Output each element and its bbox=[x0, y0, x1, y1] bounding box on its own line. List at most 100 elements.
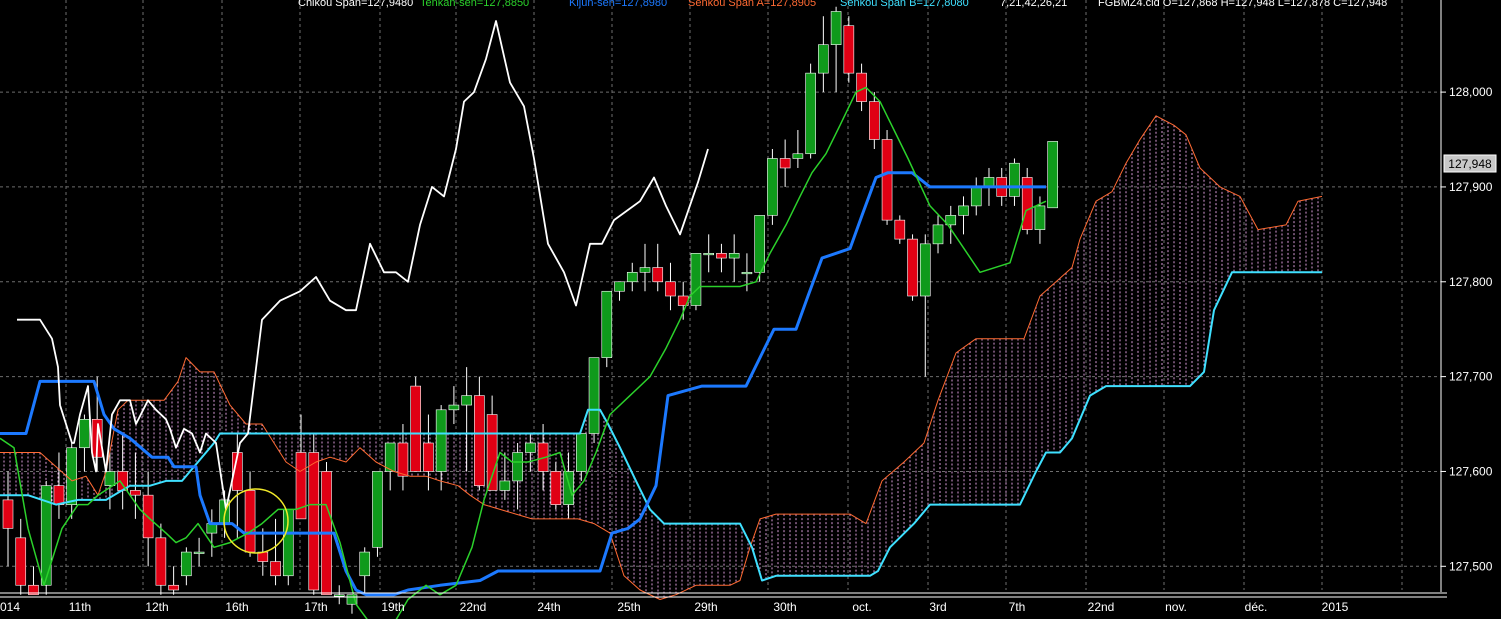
x-tick-label-4: 17th bbox=[304, 600, 327, 614]
candle-body bbox=[359, 551, 371, 577]
y-tick-label-4: 127,600 bbox=[1449, 464, 1493, 478]
candle-body bbox=[805, 72, 816, 155]
candle-body bbox=[575, 433, 587, 472]
candle-body bbox=[79, 418, 90, 449]
candle-body bbox=[155, 537, 167, 586]
header-ohlc: FGBMZ4.cld O=127,868 H=127,948 L=127,878… bbox=[1098, 0, 1387, 9]
candle-63 bbox=[805, 63, 816, 159]
candle-body bbox=[525, 442, 536, 453]
candle-body bbox=[372, 471, 383, 548]
candle-66 bbox=[843, 16, 855, 83]
x-tick-label-2: 12th bbox=[145, 600, 168, 614]
candle-body bbox=[499, 480, 511, 491]
candle-body bbox=[843, 25, 855, 74]
candle-body bbox=[690, 253, 702, 306]
candle-69 bbox=[881, 130, 893, 225]
candle-body bbox=[588, 357, 600, 434]
y-tick-label-5: 127,500 bbox=[1449, 559, 1493, 573]
x-tick-label-16: déc. bbox=[1245, 600, 1268, 614]
x-tick-label-17: 2015 bbox=[1322, 600, 1349, 614]
candle-body bbox=[932, 224, 944, 245]
candle-body bbox=[907, 238, 918, 297]
candle-46 bbox=[588, 357, 600, 443]
candle-body bbox=[474, 395, 485, 486]
last-price-label: 127,948 bbox=[1448, 157, 1492, 171]
ichimoku-chart[interactable]: 128,000 127,900 127,800 127,700 127,600 127,5… bbox=[0, 0, 1501, 619]
candle-body bbox=[779, 158, 791, 169]
candle-body bbox=[881, 139, 893, 221]
y-tick-label-2: 127,800 bbox=[1449, 275, 1493, 289]
candle-body bbox=[2, 499, 14, 529]
candle-body bbox=[66, 447, 77, 505]
candle-body bbox=[397, 442, 409, 477]
header-tenkan: Tenkan-sen=127,8850 bbox=[420, 0, 529, 9]
candle-25 bbox=[321, 461, 332, 596]
candle-body bbox=[15, 537, 27, 586]
x-tick-label-7: 24th bbox=[537, 600, 560, 614]
svg-text:Chikou Span=127,9480 Ten: Chikou Span=127,9480 Tenkan-sen=127,8850… bbox=[298, 0, 1387, 9]
candle-body bbox=[728, 253, 740, 259]
candle-body bbox=[270, 561, 281, 577]
candle-54 bbox=[690, 253, 702, 311]
x-tick-label-15: nov. bbox=[1165, 600, 1187, 614]
indicator-header: Chikou Span=127,9480 Tenkan-sen=127,8850… bbox=[298, 0, 1387, 9]
candle-71 bbox=[907, 234, 918, 301]
x-tick-label-12: 3rd bbox=[929, 600, 946, 614]
candle-body bbox=[665, 281, 676, 297]
candle-32 bbox=[410, 376, 421, 472]
candle-body bbox=[461, 395, 472, 406]
candle-80 bbox=[1021, 167, 1033, 235]
x-tick-label-14: 22nd bbox=[1088, 600, 1115, 614]
candle-body bbox=[818, 44, 829, 74]
candle-body bbox=[716, 253, 727, 259]
x-tick-label-6: 22nd bbox=[460, 600, 487, 614]
candle-body bbox=[181, 551, 192, 577]
x-tick-label-8: 25th bbox=[617, 600, 640, 614]
candle-body bbox=[1009, 162, 1020, 197]
candle-60 bbox=[767, 149, 778, 225]
header-senkou-a: Senkou Span A=127,8905 bbox=[688, 0, 816, 9]
candle-body bbox=[244, 490, 256, 553]
x-tick-label-9: 29th bbox=[694, 600, 717, 614]
x-tick-label-11: oct. bbox=[852, 600, 871, 614]
x-tick-label-10: 30th bbox=[773, 600, 796, 614]
x-tick-label-13: 7th bbox=[1009, 600, 1026, 614]
candle-body bbox=[601, 290, 613, 358]
header-counts: 7,21,42,26,21 bbox=[1000, 0, 1067, 9]
candle-body bbox=[104, 471, 116, 486]
candle-47 bbox=[601, 290, 613, 368]
candle-body bbox=[53, 485, 65, 505]
candle-body bbox=[652, 267, 664, 283]
candle-body bbox=[563, 471, 574, 505]
candle-body bbox=[741, 271, 753, 275]
candle-body bbox=[1021, 177, 1033, 230]
candle-body bbox=[754, 215, 765, 273]
candle-24 bbox=[308, 433, 320, 595]
candle-body bbox=[1034, 205, 1046, 230]
candle-body bbox=[1047, 141, 1058, 209]
y-tick-label-0: 128,000 bbox=[1449, 85, 1493, 99]
candle-body bbox=[919, 243, 931, 297]
candle-29 bbox=[372, 471, 383, 557]
candle-body bbox=[970, 186, 982, 207]
candle-59 bbox=[754, 215, 765, 282]
candle-body bbox=[767, 158, 778, 216]
header-kijun: Kijun-sen=127,8980 bbox=[569, 0, 667, 9]
candle-body bbox=[830, 11, 842, 45]
y-tick-label-1: 127,900 bbox=[1449, 180, 1493, 194]
candle-body bbox=[486, 414, 498, 491]
candle-body bbox=[626, 271, 638, 283]
last-price-marker: 127,948 bbox=[1443, 154, 1497, 173]
candle-body bbox=[435, 409, 447, 472]
candle-body bbox=[869, 101, 880, 140]
candle-body bbox=[512, 452, 523, 482]
candle-body bbox=[448, 404, 460, 411]
candle-body bbox=[792, 153, 804, 159]
x-tick-label-1: 11th bbox=[69, 600, 91, 614]
x-tick-label-5: 19th bbox=[381, 600, 404, 614]
candle-body bbox=[614, 281, 625, 292]
candle-body bbox=[894, 219, 906, 240]
header-senkou-b: Senkou Span B=127,8080 bbox=[840, 0, 969, 9]
x-tick-label-3: 16th bbox=[225, 600, 248, 614]
candle-body bbox=[168, 584, 179, 591]
